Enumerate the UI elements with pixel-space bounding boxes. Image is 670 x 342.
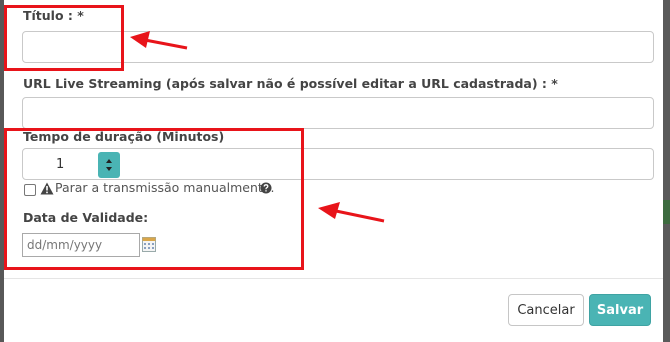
arrow-icon-title xyxy=(130,31,188,50)
annotation-arrows xyxy=(130,31,385,223)
arrow-icon-duration xyxy=(318,202,385,223)
